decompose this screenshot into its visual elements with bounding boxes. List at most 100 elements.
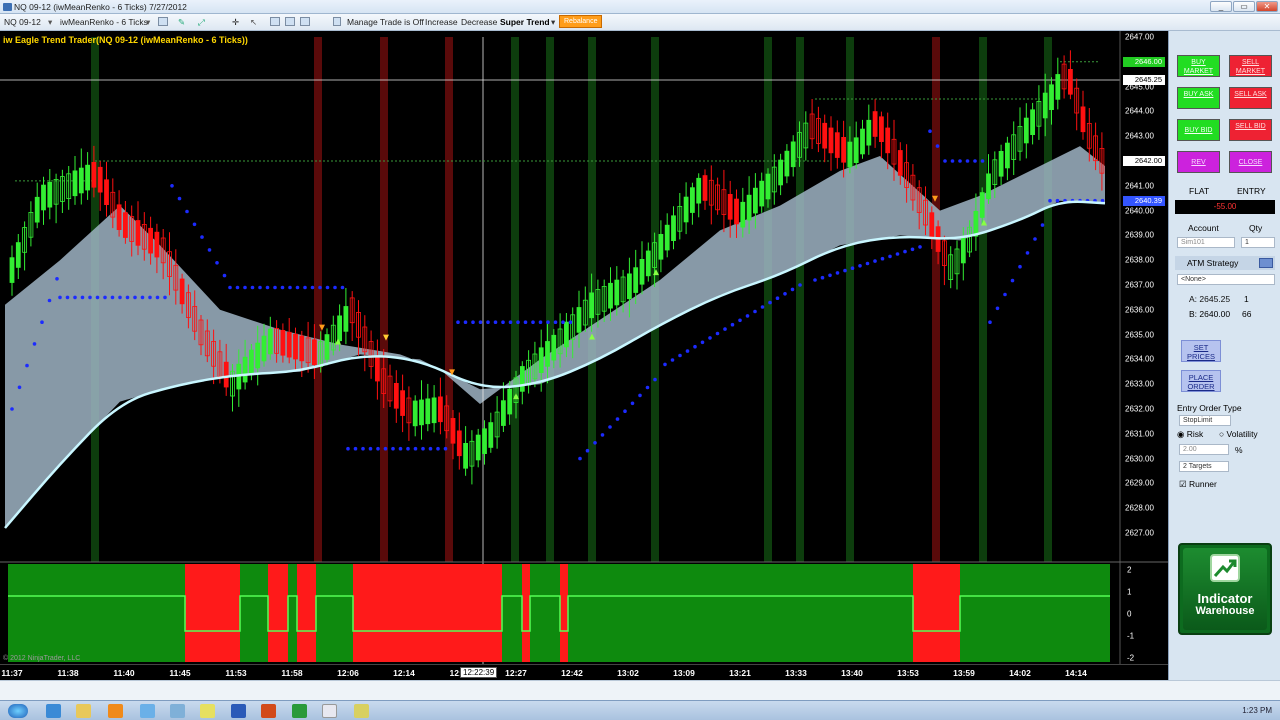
word-icon[interactable] xyxy=(231,704,246,718)
sell-market-button[interactable]: SELL MARKET xyxy=(1229,55,1272,77)
candle-body xyxy=(960,237,966,264)
bar-chart-icon[interactable] xyxy=(158,17,168,28)
close-button[interactable]: ✕ xyxy=(1256,1,1278,12)
price-chart[interactable]: iw Eagle Trend Trader(NQ 09-12 (iwMeanRe… xyxy=(0,31,1168,664)
zoom-icon[interactable]: ⤢ xyxy=(198,17,205,28)
time-axis[interactable]: 14:14 14:02 13:59 13:53 13:40 13:33 13:21 13:09… xyxy=(0,664,1168,680)
price-tick-label: 2631.00 xyxy=(1125,429,1154,439)
trailing-stop-dot xyxy=(600,433,605,437)
trailing-stop-dot xyxy=(678,353,682,358)
powerpoint-icon[interactable] xyxy=(261,704,276,718)
buy-ask-button[interactable]: BUY ASK xyxy=(1177,87,1220,109)
sell-bid-button[interactable]: SELL BID xyxy=(1229,119,1272,141)
trailing-stop-dot xyxy=(200,235,204,239)
account-label: Account xyxy=(1188,223,1219,233)
buy-market-button[interactable]: BUY MARKET xyxy=(1177,55,1220,77)
pencil-icon[interactable]: ✎ xyxy=(178,17,185,28)
qty-input[interactable]: 1 xyxy=(1241,237,1275,248)
price-tick-label: 2630.00 xyxy=(1125,454,1154,464)
trailing-stop-dot xyxy=(813,278,817,282)
candle-body xyxy=(822,122,828,149)
place-order-button[interactable]: PLACE ORDER xyxy=(1181,370,1221,392)
manage-trade-button[interactable]: Manage Trade is Off xyxy=(347,17,424,27)
candle-body xyxy=(267,328,273,355)
grid-icon[interactable] xyxy=(300,17,310,28)
candle-body xyxy=(72,170,78,197)
targets-select[interactable]: 2 Targets xyxy=(1179,461,1229,472)
candle-body xyxy=(765,173,771,200)
atm-options-button[interactable] xyxy=(1259,258,1273,268)
minimize-button[interactable]: _ xyxy=(1210,1,1232,12)
super-trend-dropdown[interactable]: Super Trend xyxy=(500,17,550,27)
trailing-stop-dot xyxy=(10,407,14,411)
price-tick-label: 2640.00 xyxy=(1125,206,1154,216)
price-tick-label: 2647.00 xyxy=(1125,32,1154,42)
chart-arrow-icon xyxy=(1210,554,1240,582)
volatility-radio[interactable]: ○ Volatility xyxy=(1219,429,1258,439)
crosshair-icon[interactable]: ✛ xyxy=(232,17,239,28)
chevron-down-icon[interactable]: ▾ xyxy=(48,17,52,28)
candle-body xyxy=(286,331,292,358)
close-position-button[interactable]: CLOSE xyxy=(1229,151,1272,173)
increase-button[interactable]: Increase xyxy=(425,17,458,27)
trailing-stop-dot xyxy=(663,362,667,367)
cursor-icon[interactable]: ↖ xyxy=(250,17,257,28)
entry-order-type-select[interactable]: StopLimit xyxy=(1179,415,1231,426)
trailing-stop-dot xyxy=(125,295,130,300)
order-icon[interactable] xyxy=(333,17,341,28)
ie-icon[interactable] xyxy=(46,704,61,718)
time-tick-label: 13:40 xyxy=(841,668,863,678)
trailing-stop-dot xyxy=(693,344,697,349)
properties-icon[interactable] xyxy=(270,17,280,28)
instrument-selector[interactable]: NQ 09-12 xyxy=(4,17,41,27)
atm-strategy-select[interactable]: <None> xyxy=(1177,274,1275,285)
data-box-icon[interactable] xyxy=(285,17,295,28)
taskbar-app-icon[interactable] xyxy=(354,704,369,718)
tool-icon[interactable] xyxy=(170,704,185,718)
trailing-stop-dot xyxy=(493,320,498,325)
media-icon[interactable] xyxy=(108,704,123,718)
period-selector[interactable]: iwMeanRenko - 6 Ticks xyxy=(60,17,148,27)
trailing-stop-dot xyxy=(903,249,907,254)
trailing-stop-dot xyxy=(568,320,573,325)
decrease-button[interactable]: Decrease xyxy=(461,17,497,27)
ninjatrader-icon[interactable] xyxy=(322,704,337,718)
pnl-display: -55.00 xyxy=(1175,200,1275,214)
runner-checkbox[interactable]: ☑ Runner xyxy=(1179,479,1217,490)
ask-size: 1 xyxy=(1244,294,1249,304)
risk-radio[interactable]: ◉ Risk xyxy=(1177,429,1203,440)
buy-bid-button[interactable]: BUY BID xyxy=(1177,119,1220,141)
chevron-down-icon[interactable]: ▾ xyxy=(146,17,150,28)
trailing-stop-dot xyxy=(88,295,92,300)
reverse-button[interactable]: REV xyxy=(1177,151,1220,173)
trailing-stop-dot xyxy=(738,318,742,323)
signal-stripe xyxy=(846,37,854,562)
lower-panel-red-zone xyxy=(522,564,530,662)
set-prices-button[interactable]: SET PRICES xyxy=(1181,340,1221,362)
percent-input[interactable]: 2.00 xyxy=(1179,444,1229,455)
candle-body xyxy=(841,137,846,163)
sell-ask-button[interactable]: SELL ASK xyxy=(1229,87,1272,109)
start-button[interactable] xyxy=(8,704,28,718)
maximize-button[interactable]: ▭ xyxy=(1233,1,1255,12)
indicator-warehouse-logo[interactable]: Indicator Warehouse xyxy=(1178,543,1272,635)
candle-body xyxy=(248,349,254,376)
price-axis[interactable]: 2647.002646.002645.002644.002643.002642.… xyxy=(1121,31,1168,562)
account-select[interactable]: Sim101 xyxy=(1177,237,1235,248)
rebalance-button[interactable]: Rebalance xyxy=(559,15,603,28)
trailing-stop-dot xyxy=(531,320,535,325)
logo-background: Indicator Warehouse xyxy=(1183,548,1267,630)
window-title: NQ 09-12 (iwMeanRenko - 6 Ticks) 7/27/20… xyxy=(14,2,187,12)
folder-icon[interactable] xyxy=(76,704,91,718)
chart-canvas[interactable] xyxy=(0,31,1168,664)
app-icon[interactable] xyxy=(140,704,155,718)
price-tick-label: 2637.00 xyxy=(1125,280,1154,290)
excel-icon[interactable] xyxy=(292,704,307,718)
candle-body xyxy=(1023,117,1029,144)
candle-body xyxy=(986,173,991,200)
notes-icon[interactable] xyxy=(200,704,215,718)
trailing-stop-dot xyxy=(965,159,970,163)
candle-body xyxy=(847,141,853,168)
chevron-down-icon[interactable]: ▾ xyxy=(551,17,555,28)
candle-body xyxy=(15,242,21,268)
